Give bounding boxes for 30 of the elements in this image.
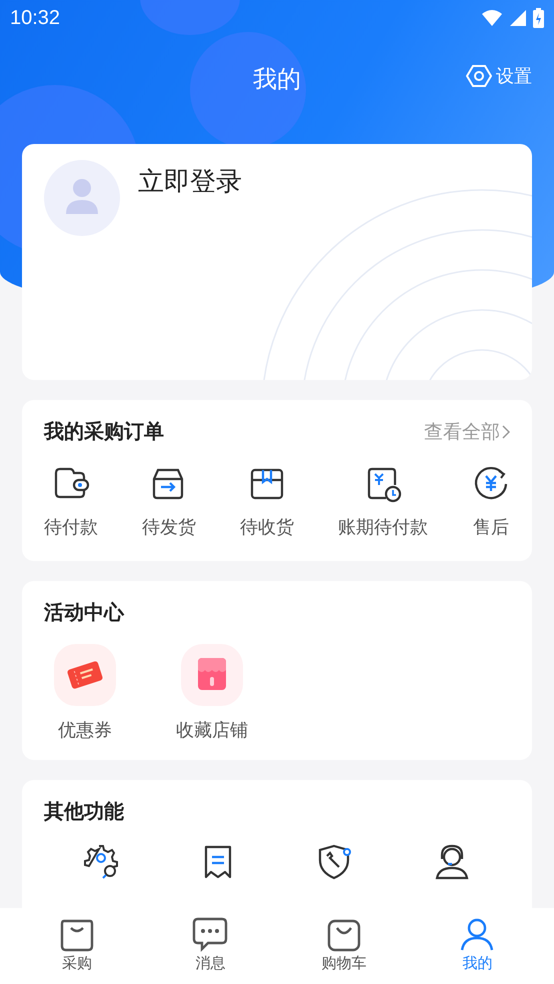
order-status-item[interactable]: 待付款 bbox=[44, 465, 98, 539]
ticket-icon bbox=[54, 644, 116, 706]
order-status-item[interactable]: 售后 bbox=[472, 465, 510, 539]
gear-search-icon bbox=[84, 843, 120, 881]
wifi-icon bbox=[481, 9, 503, 27]
status-time: 10:32 bbox=[10, 6, 60, 30]
avatar-icon bbox=[44, 160, 120, 236]
order-status-item[interactable]: 待收货 bbox=[240, 465, 294, 539]
login-link[interactable]: 立即登录 bbox=[138, 164, 242, 199]
section-title: 我的采购订单 bbox=[44, 418, 164, 445]
signal-icon bbox=[509, 9, 527, 27]
support-agent-icon bbox=[434, 843, 470, 881]
section-title: 其他功能 bbox=[44, 799, 124, 823]
chat-icon bbox=[192, 916, 228, 952]
section-title: 活动中心 bbox=[44, 600, 124, 624]
tab[interactable]: 消息 bbox=[165, 908, 256, 984]
tab[interactable]: 采购 bbox=[32, 908, 122, 984]
shield-wrench-icon bbox=[317, 843, 354, 881]
user-icon bbox=[459, 916, 496, 952]
order-status-item[interactable]: 待发货 bbox=[142, 465, 196, 539]
settings-icon bbox=[466, 64, 492, 88]
chevron-right-icon bbox=[502, 424, 510, 438]
activity-item[interactable]: 优惠券 bbox=[54, 644, 116, 742]
tab[interactable]: 我的 bbox=[432, 908, 522, 984]
battery-icon bbox=[533, 8, 544, 28]
storefront-icon bbox=[181, 644, 243, 706]
page-title: 我的 bbox=[253, 64, 301, 95]
tab[interactable]: 购物车 bbox=[298, 908, 389, 984]
activity-item[interactable]: 收藏店铺 bbox=[176, 644, 248, 742]
order-status-item[interactable]: 账期待付款 bbox=[338, 465, 428, 539]
